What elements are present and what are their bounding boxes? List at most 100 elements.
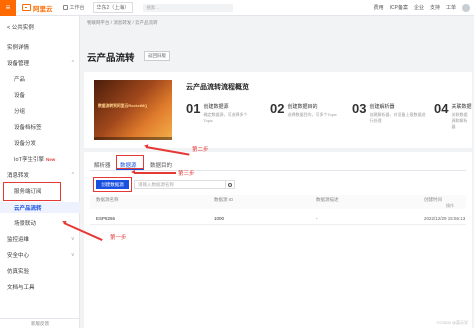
sidebar-item-label: 设备 [14,93,26,99]
sidebar-item-docs-tools[interactable]: 文档与工具 [0,282,80,292]
sidebar-item-security[interactable]: 安全中心 v [0,250,80,260]
home-icon [62,5,68,10]
sidebar-item-label: 设备管理 [7,61,30,67]
annotation-step2-label: 第二步 [192,147,209,153]
sidebar-item-label: 设备分发 [14,141,37,147]
sidebar-item-device[interactable]: 设备 [0,90,80,100]
page-title: 云产品流转 [87,53,135,64]
step-title: 创建数据目的 [287,104,318,110]
sidebar-item-label: 文档与工具 [7,285,35,291]
chevron-down-icon: v [71,252,75,258]
overview-video[interactable]: 数据流转到阿里云RocketMQ [94,80,172,140]
sidebar-back-public-instance[interactable]: < 公共实例 [0,22,80,32]
search-icon [228,182,232,187]
workbench-link[interactable]: 工作台 [62,4,85,11]
row-desc: - [316,216,318,221]
avatar[interactable] [462,3,470,12]
sidebar-item-cloud-product-flow[interactable]: 云产品流转 [0,202,80,213]
step-number: 02 [270,101,285,116]
sidebar-item-label: IoT孪生引擎 [14,157,44,163]
step-number: 01 [186,101,201,116]
video-caption: 数据流转到阿里云RocketMQ [98,104,148,108]
enterprise-link[interactable]: 企业 [414,4,424,11]
menu-icon[interactable]: ≡ [0,0,16,16]
table-row [90,224,466,225]
new-version-feedback[interactable]: 新版反馈 [0,318,80,328]
footer-watermark: ©CSDN @菜乐学 [436,320,468,325]
search-button[interactable] [225,180,235,189]
sidebar-item-monitoring[interactable]: 监控运维 v [0,234,80,244]
support-link[interactable]: 支持 [430,4,440,11]
ticket-link[interactable]: 工单 [446,4,456,11]
annotation-box-sidebar [3,182,61,201]
step-desc: 关联数据源和解析器 [451,112,468,129]
sidebar-item-label: 安全中心 [7,253,30,259]
step-title: 关联数据 [451,104,472,110]
data-panel: 解析器 数据源 数据目的 创建数据源 请输入数据源名称 数据源名称 数据源 ID… [84,152,472,328]
chevron-up-icon: ^ [71,60,74,66]
sidebar-item-label: 产品 [14,77,26,83]
step-desc: 创建解析器，对设备上报数据进行处理 [369,112,426,123]
row-name: ESP8266 [96,216,116,221]
brand-name: 阿里云 [33,5,53,13]
new-badge: New [45,156,56,162]
sidebar-item-group[interactable]: 分组 [0,106,80,116]
step-link-data: 04 关联数据 关联数据源和解析器 [434,102,471,130]
step-number: 04 [434,101,449,116]
overview-title: 云产品流转流程概览 [186,84,249,91]
step-create-destination: 02 创建数据目的 选择数据目的，可多个Topic [270,102,337,118]
region-selector[interactable]: 华东2（上海） [92,2,134,13]
column-header-name: 数据源名称 [96,197,119,202]
annotation-arrow-step3 [134,172,176,174]
table-header [90,195,466,209]
annotation-box-tab [116,155,144,169]
sidebar-item-label: 分组 [14,109,26,115]
chevron-up-icon: ^ [71,172,74,178]
row-created: 2022/12/29 15:56:13 [424,216,466,221]
tab-divider [90,170,466,171]
annotation-step1-label: 第一步 [110,235,127,241]
column-header-id: 数据源 ID [214,197,234,202]
sidebar-item-label: 监控运维 [7,237,30,243]
sidebar-item-label: 云产品流转 [14,205,42,212]
sidebar-item-label: 消息转发 [7,173,30,179]
annotation-step3-label: 第三步 [178,171,195,177]
sidebar-item-device-distribution[interactable]: 设备分发 [0,138,80,148]
step-create-source: 01 创建数据源 确定数据源，可选择多个Topic [186,102,253,123]
tab-parser[interactable]: 解析器 [94,161,111,169]
sidebar-item-label: 实例详情 [7,45,30,51]
sidebar-item-instance-detail[interactable]: 实例详情 [0,42,80,52]
brand-logo[interactable]: 阿里云 [22,3,53,13]
sidebar-item-label: 仿真实验 [7,269,30,275]
video-progress-bar[interactable] [94,137,172,140]
step-create-parser: 03 创建解析器 创建解析器，对设备上报数据进行处理 [352,102,425,124]
step-number: 03 [352,101,367,116]
create-data-source-button[interactable]: 创建数据源 [96,180,129,189]
step-desc: 选择数据目的，可多个Topic [287,112,337,117]
sidebar-item-product[interactable]: 产品 [0,74,80,84]
data-source-search-input[interactable]: 请输入数据源名称 [134,180,226,189]
sidebar-item-label: 场景联动 [14,221,37,227]
flow-overview-card: 数据流转到阿里云RocketMQ 云产品流转流程概览 01 创建数据源 确定数据… [84,72,472,148]
annotation-arrowhead-step3 [131,170,135,174]
sidebar-item-label: 设备档标签 [14,125,42,131]
step-desc: 确定数据源，可选择多个Topic [203,112,248,123]
annotation-arrowhead-step2 [143,143,149,149]
old-version-button[interactable]: 返回旧版 [144,51,170,61]
tab-data-destination[interactable]: 数据目的 [150,161,172,169]
top-bar: ≡ 阿里云 工作台 华东2（上海） 搜索... 费用 ICP备案 企业 支持 工… [0,0,474,16]
top-right-links: 费用 ICP备案 企业 支持 工单 [368,3,474,12]
sidebar-item-message-forwarding[interactable]: 消息转发 ^ [0,170,80,180]
icp-link[interactable]: ICP备案 [390,4,408,11]
sidebar-item-device-tag[interactable]: 设备档标签 [0,122,80,132]
column-header-created: 创建时间 [424,197,442,202]
sidebar-item-device-management[interactable]: 设备管理 ^ [0,58,80,68]
sidebar: < 公共实例 实例详情 设备管理 ^ 产品 设备 分组 设备档标签 设备分发 Io… [0,16,80,328]
step-title: 创建数据源 [203,104,229,110]
sidebar-item-simulation[interactable]: 仿真实验 [0,266,80,276]
workbench-label: 工作台 [69,5,85,11]
sidebar-item-iot-twin[interactable]: IoT孪生引擎 New [0,154,80,164]
breadcrumb: 物联网平台 / 消息转发 / 云产品流转 [87,20,158,25]
global-search-input[interactable]: 搜索... [143,3,234,12]
fees-link[interactable]: 费用 [374,4,384,11]
